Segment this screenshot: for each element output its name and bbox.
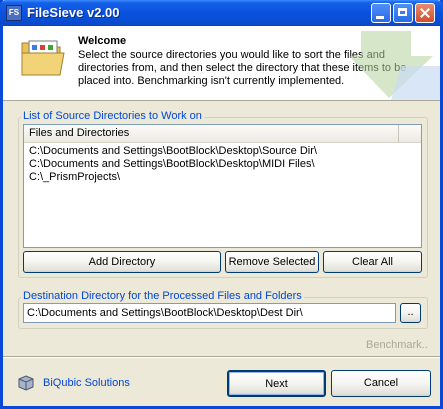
benchmark-link[interactable]: Benchmark.. xyxy=(366,339,428,351)
minimize-button[interactable] xyxy=(371,3,391,23)
remove-selected-button[interactable]: Remove Selected xyxy=(225,251,319,273)
list-item[interactable]: C:\Documents and Settings\BootBlock\Desk… xyxy=(29,145,317,158)
destination-path-field[interactable]: C:\Documents and Settings\BootBlock\Desk… xyxy=(23,303,396,323)
source-list[interactable]: Files and Directories C:\Documents and S… xyxy=(23,124,422,248)
list-item[interactable]: C:\_PrismProjects\ xyxy=(29,171,317,184)
source-group-label: List of Source Directories to Work on xyxy=(21,110,204,122)
wizard-header: Welcome Select the source directories yo… xyxy=(3,26,440,101)
arrow-watermark-icon xyxy=(349,31,440,100)
destination-group-label: Destination Directory for the Processed … xyxy=(21,290,304,302)
add-directory-button[interactable]: Add Directory xyxy=(23,251,221,273)
app-icon[interactable]: FS xyxy=(6,5,22,21)
biqubic-logo-icon xyxy=(18,375,34,391)
cancel-button[interactable]: Cancel xyxy=(331,370,431,397)
clear-all-button[interactable]: Clear All xyxy=(323,251,422,273)
next-button[interactable]: Next xyxy=(227,370,326,397)
window-title: FileSieve v2.00 xyxy=(27,5,120,20)
list-column-header: Files and Directories xyxy=(24,125,421,143)
footer-divider xyxy=(3,356,440,358)
title-bar[interactable]: FS FileSieve v2.00 xyxy=(0,0,443,26)
column-files-and-directories[interactable]: Files and Directories xyxy=(24,125,399,142)
maximize-button[interactable] xyxy=(393,3,413,23)
browse-button[interactable]: .. xyxy=(400,303,421,323)
close-button[interactable] xyxy=(415,3,435,23)
list-item[interactable]: C:\Documents and Settings\BootBlock\Desk… xyxy=(29,158,317,171)
brand-name: BiQubic Solutions xyxy=(43,377,130,389)
header-title: Welcome xyxy=(78,35,127,47)
folder-documents-icon xyxy=(21,40,65,76)
list-items: C:\Documents and Settings\BootBlock\Desk… xyxy=(29,145,317,184)
